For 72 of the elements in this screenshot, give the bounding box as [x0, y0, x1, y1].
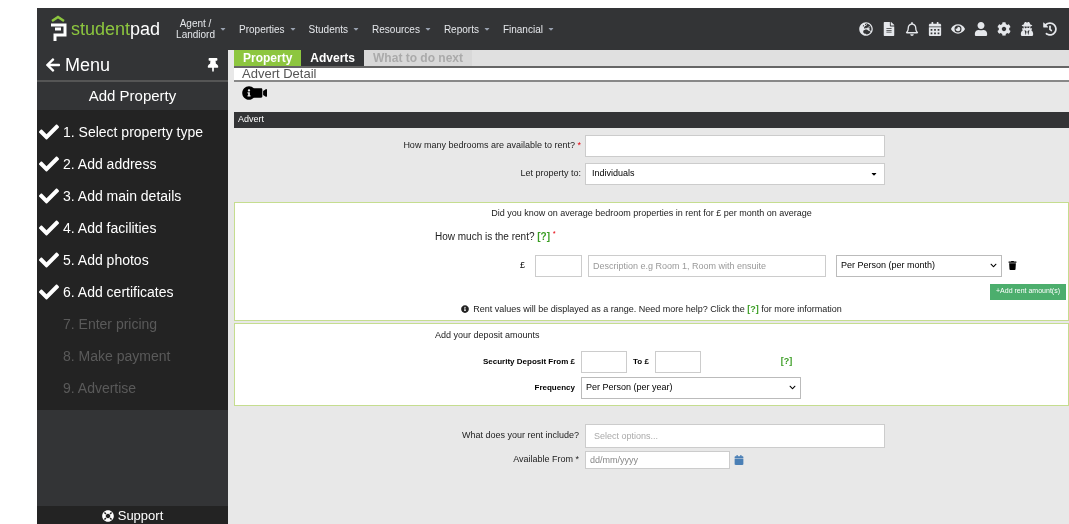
field-label: Available From * — [512, 452, 580, 466]
field-label: Let property to: — [519, 167, 582, 181]
field-label: What does your rent include? — [460, 428, 580, 442]
description-input[interactable]: Description e.g Room 1, Room with ensuite — [588, 254, 826, 277]
history-icon[interactable] — [1043, 22, 1057, 36]
field-label: Security Deposit From £ — [481, 355, 576, 368]
nav-menu-item[interactable]: Students — [308, 23, 361, 35]
globe-icon[interactable] — [859, 22, 873, 36]
step-item[interactable]: 4. Add facilities — [37, 212, 228, 244]
nav-menu-item[interactable]: Resources — [372, 23, 432, 35]
currency-label: £ — [519, 258, 526, 272]
deposit-to-input[interactable] — [654, 350, 701, 373]
sidebar-title: Add Property — [37, 82, 228, 110]
tab[interactable]: Adverts — [301, 50, 365, 66]
deposit-title: Add your deposit amounts — [434, 329, 541, 342]
calendar-icon[interactable] — [928, 22, 942, 36]
info-icon — [461, 305, 470, 314]
check-icon — [39, 122, 59, 142]
brand-name: studentpad — [71, 17, 161, 41]
field-label: How many bedrooms are available to rent? * — [402, 139, 582, 153]
pin-icon[interactable] — [206, 58, 220, 72]
check-icon — [39, 218, 59, 238]
section-header: Advert — [234, 112, 1069, 128]
rent-question: How much is the rent? [?] $^{*}$ — [434, 228, 557, 244]
caret-icon — [288, 25, 297, 33]
step-item[interactable]: 5. Add photos — [37, 244, 228, 276]
caret-icon — [870, 170, 878, 178]
caret-icon — [546, 25, 555, 33]
rent-period-dropdown[interactable]: Per Person (per month) — [836, 254, 1002, 277]
chevron-down-icon — [990, 262, 997, 269]
available-date-input[interactable]: dd/mm/yyyy — [585, 450, 730, 469]
lifebuoy-icon — [101, 509, 114, 522]
document-icon[interactable] — [882, 22, 896, 36]
eye-icon[interactable] — [951, 22, 965, 36]
field-label: Frequency — [533, 381, 576, 394]
nav-menu-item[interactable]: Agent / Landiord — [176, 18, 227, 40]
check-icon — [39, 250, 59, 270]
rent-notice: Did you know on average bedroom properties in rent for £ per month on average — [490, 207, 813, 220]
deposit-from-input[interactable] — [581, 350, 627, 373]
trash-icon[interactable] — [1008, 261, 1017, 270]
support-link[interactable]: Support — [101, 506, 164, 524]
step-item[interactable]: 3. Add main details — [37, 180, 228, 212]
page-title: Advert Detail — [241, 67, 317, 80]
rent-info-text: Rent values will be displayed as a range. Need more help? Click the [?] for more information — [473, 302, 842, 316]
caret-icon — [482, 25, 491, 33]
step-item[interactable]: 1. Select property type — [37, 116, 228, 148]
bedrooms-input[interactable] — [585, 135, 885, 157]
video-info-icon[interactable] — [242, 86, 267, 100]
check-icon — [39, 282, 59, 302]
back-arrow-icon[interactable] — [45, 57, 61, 73]
chevron-down-icon — [789, 384, 796, 391]
check-icon — [39, 154, 59, 174]
let-to-dropdown[interactable]: Individuals — [585, 163, 885, 185]
nav-menu-item[interactable]: Properties — [239, 23, 297, 35]
bell-icon[interactable] — [905, 22, 919, 36]
check-icon — [39, 186, 59, 206]
caret-icon — [423, 25, 432, 33]
nav-menu-item[interactable]: Financial — [502, 23, 555, 35]
logo-icon — [49, 15, 67, 43]
field-label: To £ — [632, 355, 650, 368]
frequency-dropdown[interactable]: Per Person (per year) — [581, 376, 801, 399]
step-item[interactable]: 6. Add certificates — [37, 276, 228, 308]
rent-includes-field[interactable]: Select options... — [585, 423, 885, 448]
caret-icon — [219, 25, 227, 33]
caret-icon — [352, 25, 361, 33]
help-link[interactable]: [?] — [780, 354, 793, 369]
person-icon[interactable] — [1020, 22, 1034, 36]
step-item[interactable]: 2. Add address — [37, 148, 228, 180]
user-icon[interactable] — [974, 22, 988, 36]
settings-icon[interactable] — [997, 22, 1011, 36]
rent-amount-input[interactable] — [535, 254, 582, 277]
nav-menu-item[interactable]: Reports — [443, 23, 491, 35]
